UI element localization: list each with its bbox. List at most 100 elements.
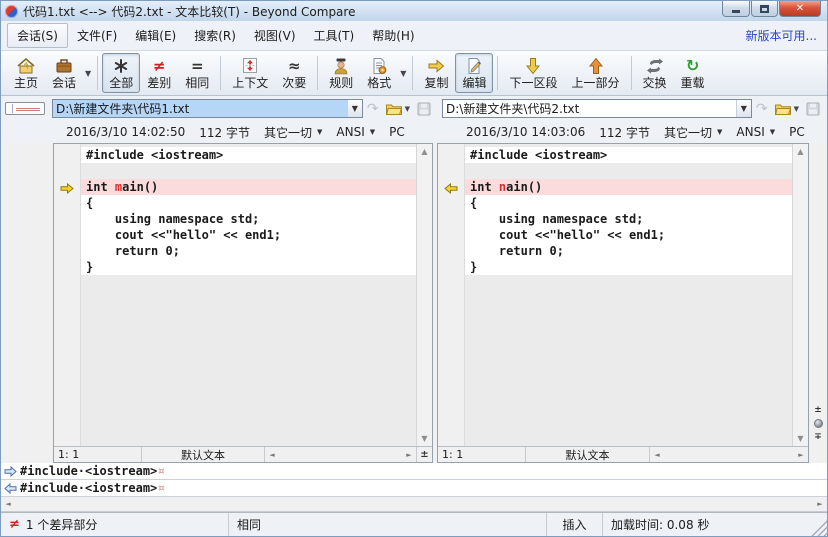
split-adjust-button[interactable]: ± [417,447,432,462]
menu-tools[interactable]: 工具(T) [305,24,364,47]
code-line: #include <iostream> [81,147,416,163]
status-bar: ≠ 1 个差异部分 相同 插入 加载时间: 0.08 秒 [1,512,827,536]
scroll-right-icon[interactable]: ► [813,500,827,508]
toolbar-copy-button[interactable]: 复制 [417,53,455,93]
scroll-down-icon[interactable]: ▼ [417,431,432,446]
up-arrow-icon [588,56,603,75]
scroll-track[interactable] [793,159,808,431]
right-path-combobox[interactable]: D:\新建文件夹\代码2.txt ▼ [442,99,752,118]
left-line-detail-row[interactable]: #include·<iostream> ¤ [1,463,827,480]
menu-search[interactable]: 搜索(R) [185,24,245,47]
left-encoding-dropdown[interactable]: ANSI ▼ [336,125,375,139]
code-line-diff: int nain() [465,179,792,195]
code-line: } [81,259,416,275]
chevron-down-icon[interactable]: ▼ [735,100,751,117]
right-modified-date: 2016/3/10 14:03:06 [466,125,586,139]
left-margin [1,143,53,463]
scroll-track[interactable] [279,447,402,462]
scroll-left-icon[interactable]: ◄ [1,500,15,508]
toolbar-home-button[interactable]: 主页 [7,53,45,93]
toolbar-separator [497,56,499,90]
toolbar-session-button[interactable]: 会话 [45,53,83,93]
toolbar-reload-button[interactable]: ↻ 重载 [674,53,712,93]
session-dropdown-arrow[interactable]: ▼ [83,53,93,93]
scroll-track[interactable] [664,447,794,462]
toolbar-rules-button[interactable]: 规则 [322,53,360,93]
detail-left-arrow-icon [4,482,20,494]
format-dropdown-arrow[interactable]: ▼ [398,53,408,93]
scroll-right-icon[interactable]: ► [794,451,808,459]
scroll-up-icon[interactable]: ▲ [417,144,432,159]
right-detail-text: #include·<iostream> [20,481,158,495]
resize-grip[interactable] [811,513,827,536]
toolbar-session-label: 会话 [52,76,77,90]
title-bar[interactable]: 代码1.txt <--> 代码2.txt - 文本比较(T) - Beyond … [1,1,827,21]
toolbar-context-button[interactable]: 上下文 [225,53,275,93]
left-scope-dropdown[interactable]: 其它一切 ▼ [264,124,322,141]
load-time-segment: 加载时间: 0.08 秒 [611,518,710,532]
menu-session[interactable]: 会话(S) [7,23,68,48]
menu-file[interactable]: 文件(F) [68,24,126,47]
save-left-button[interactable] [414,102,434,116]
left-jump-icon[interactable]: ↷ [363,101,383,117]
left-pane-statusrow: 1: 1 默认文本 ◄ ► ± [54,446,432,462]
toolbar-swap-label: 交换 [642,76,667,90]
toolbar-swap-button[interactable]: 交换 [636,53,674,93]
folder-dropdown-arrow[interactable]: ▼ [792,105,801,113]
toolbar-edit-button[interactable]: 编辑 [455,53,494,93]
menu-bar: 会话(S) 文件(F) 编辑(E) 搜索(R) 视图(V) 工具(T) 帮助(H… [1,21,827,51]
right-encoding-dropdown[interactable]: ANSI ▼ [736,125,775,139]
right-code-editor[interactable]: #include <iostream> int nain() { using n… [465,144,792,446]
minimize-icon [732,10,740,13]
left-code-editor[interactable]: #include <iostream> int main() { using n… [81,144,416,446]
toolbar-all-button[interactable]: 全部 [102,53,141,93]
toolbar-same-button[interactable]: = 相同 [178,53,216,93]
right-syntax-format[interactable]: 默认文本 [526,447,650,462]
chevron-down-icon[interactable]: ▼ [346,100,362,117]
scroll-left-icon[interactable]: ◄ [265,451,279,459]
menu-help[interactable]: 帮助(H) [363,24,423,47]
save-right-button[interactable] [803,102,823,116]
thumbnail-diff-line [16,108,40,111]
toolbar-minor-button[interactable]: ≈ 次要 [275,53,313,93]
toolbar-next-section-button[interactable]: 下一区段 [502,53,564,93]
toolbar-format-button[interactable]: 格式 [360,53,398,93]
right-edge-controls: ± ∓ [809,143,827,463]
left-path-combobox[interactable]: D:\新建文件夹\代码1.txt ▼ [52,99,363,118]
scroll-down-icon[interactable]: ▼ [793,431,808,446]
scroll-up-icon[interactable]: ▲ [793,144,808,159]
scroll-knob[interactable] [813,419,823,428]
scroll-track[interactable] [417,159,432,431]
update-available-link[interactable]: 新版本可用... [746,27,821,44]
left-syntax-format[interactable]: 默认文本 [142,447,265,462]
right-vertical-scrollbar[interactable]: ▲ ▼ [792,144,808,446]
diff-thumbnail-widget[interactable] [5,102,45,115]
right-browse-folder-button[interactable]: ▼ [772,102,803,116]
code-line: { [81,195,416,211]
toolbar-prev-part-button[interactable]: 上一部分 [565,53,627,93]
detail-horizontal-scrollbar[interactable]: ◄ ► [1,497,827,512]
line-detail-panel: #include·<iostream> ¤ #include·<iostream… [1,463,827,512]
align-bottom-button[interactable]: ∓ [812,431,825,443]
scroll-right-icon[interactable]: ► [402,451,416,459]
right-line-detail-row[interactable]: #include·<iostream> ¤ [1,480,827,497]
maximize-button[interactable] [751,1,778,17]
menu-edit[interactable]: 编辑(E) [126,24,185,47]
toolbar-context-label: 上下文 [232,76,269,90]
scroll-left-icon[interactable]: ◄ [650,451,664,459]
menu-view[interactable]: 视图(V) [245,24,305,47]
copy-right-arrow-icon [427,56,445,75]
app-icon [5,4,18,18]
right-scope-dropdown[interactable]: 其它一切 ▼ [664,124,722,141]
align-top-button[interactable]: ± [812,404,825,416]
minimize-button[interactable] [722,1,750,17]
toolbar-differences-button[interactable]: ≠ 差别 [140,53,178,93]
right-jump-icon[interactable]: ↷ [752,101,772,117]
folder-dropdown-arrow[interactable]: ▼ [403,105,412,113]
left-browse-folder-button[interactable]: ▼ [383,102,414,116]
close-button[interactable]: ✕ [779,1,821,17]
left-vertical-scrollbar[interactable]: ▲ ▼ [416,144,432,446]
left-horizontal-scrollbar[interactable]: ◄ ► [265,447,417,462]
eol-marker: ¤ [158,482,165,494]
right-horizontal-scrollbar[interactable]: ◄ ► [650,447,808,462]
